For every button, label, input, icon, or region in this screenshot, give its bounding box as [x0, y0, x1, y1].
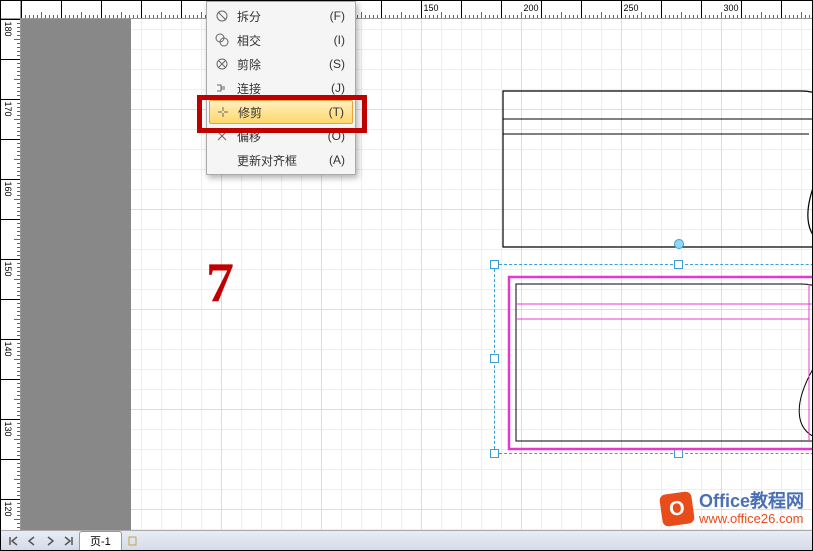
resize-handle-w[interactable] [490, 354, 499, 363]
menu-item-2[interactable]: 剪除(S) [209, 52, 353, 76]
tutorial-step-number: 7 [206, 251, 234, 315]
watermark-title: Office教程网 [699, 492, 804, 512]
menu-item-0[interactable]: 拆分(F) [209, 4, 353, 28]
watermark-url: www.office26.com [699, 512, 804, 526]
menu-item-icon [213, 151, 231, 169]
menu-item-label: 拆分 [237, 8, 330, 25]
menu-item-shortcut: (A) [329, 153, 345, 167]
nav-next-icon[interactable] [42, 533, 58, 549]
menu-item-shortcut: (J) [331, 81, 345, 95]
menu-item-1[interactable]: 相交(I) [209, 28, 353, 52]
shape-book-top[interactable] [501, 89, 812, 249]
menu-item-label: 修剪 [238, 104, 329, 121]
page-tab[interactable]: 页-1 [79, 531, 122, 550]
watermark-logo-icon: O [659, 491, 695, 527]
shape-book-bottom-selected[interactable] [501, 269, 812, 459]
vertical-ruler: 180170160150140130120 [1, 19, 21, 530]
canvas-area[interactable] [21, 19, 812, 530]
rotate-handle[interactable] [674, 239, 684, 249]
menu-item-shortcut: (I) [334, 33, 345, 47]
menu-item-4[interactable]: 修剪(T) [209, 100, 353, 124]
menu-item-5[interactable]: 偏移(O) [209, 124, 353, 148]
ruler-corner [1, 1, 21, 19]
menu-item-6[interactable]: 更新对齐框(A) [209, 148, 353, 172]
menu-item-shortcut: (O) [328, 129, 345, 143]
watermark: O Office教程网 www.office26.com [661, 492, 804, 526]
context-menu: 拆分(F)相交(I)剪除(S)连接(J)修剪(T)偏移(O)更新对齐框(A) [206, 1, 356, 175]
menu-item-icon [213, 31, 231, 49]
nav-prev-icon[interactable] [24, 533, 40, 549]
menu-item-3[interactable]: 连接(J) [209, 76, 353, 100]
menu-item-label: 剪除 [237, 56, 329, 73]
menu-item-icon [214, 103, 232, 121]
resize-handle-n[interactable] [674, 260, 683, 269]
menu-item-label: 偏移 [237, 128, 328, 145]
add-page-icon[interactable] [125, 533, 141, 549]
nav-last-icon[interactable] [60, 533, 76, 549]
menu-item-label: 更新对齐框 [237, 152, 329, 169]
status-bar: 页-1 [1, 530, 812, 550]
menu-item-icon [213, 79, 231, 97]
nav-first-icon[interactable] [6, 533, 22, 549]
resize-handle-sw[interactable] [490, 449, 499, 458]
menu-item-icon [213, 127, 231, 145]
menu-item-shortcut: (F) [330, 9, 345, 23]
menu-item-icon [213, 7, 231, 25]
resize-handle-nw[interactable] [490, 260, 499, 269]
menu-item-label: 相交 [237, 32, 334, 49]
horizontal-ruler: 50100150200250300 [21, 1, 812, 19]
menu-item-icon [213, 55, 231, 73]
menu-item-shortcut: (T) [329, 105, 344, 119]
menu-item-label: 连接 [237, 80, 331, 97]
menu-item-shortcut: (S) [329, 57, 345, 71]
